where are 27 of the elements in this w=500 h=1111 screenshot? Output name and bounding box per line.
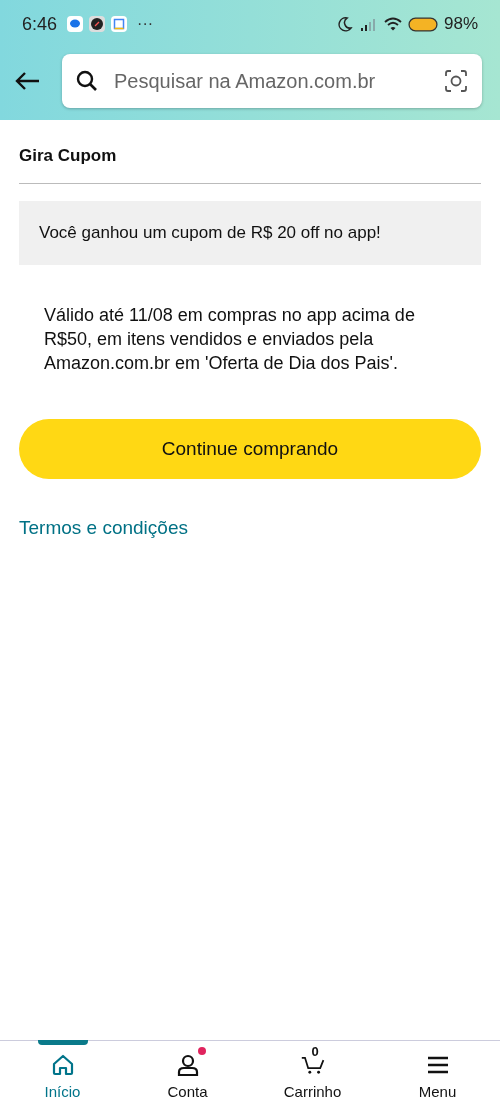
- chat-app-icon: [67, 16, 84, 32]
- back-arrow-icon[interactable]: [14, 71, 40, 91]
- page-title: Gira Cupom: [19, 145, 118, 167]
- more-notifications: ···: [137, 15, 154, 33]
- active-tab-indicator: [37, 1040, 88, 1045]
- compass-app-icon: [89, 16, 106, 32]
- nav-tab[interactable]: 0 Carrinho: [250, 1041, 375, 1111]
- moon-icon: [335, 16, 354, 32]
- coupon-description: Válido até 11/08 em compras no app acima de R$50, em itens vendidos e enviados pela Amazon.com.br em 'Oferta de Dia dos Pais'.: [43, 304, 416, 375]
- wifi-icon: [383, 16, 402, 32]
- signal-icon: [359, 16, 378, 32]
- home-icon: [50, 1053, 75, 1077]
- cart-count: 0: [311, 1044, 319, 1059]
- nav-tab[interactable]: Menu: [375, 1041, 500, 1111]
- status-time: 6:46: [22, 13, 58, 35]
- terms-link[interactable]: Termos e condições: [19, 517, 188, 539]
- search-icon: [76, 70, 98, 92]
- calendar-app-icon: [111, 16, 128, 32]
- continue-shopping-button[interactable]: Continue comprando: [19, 419, 481, 479]
- battery-percent: 98%: [443, 14, 478, 34]
- camera-scan-icon[interactable]: [444, 69, 468, 93]
- battery-icon: [407, 16, 438, 32]
- nav-tab[interactable]: Início: [0, 1041, 125, 1111]
- coupon-banner: Você ganhou um cupom de R$ 20 off no app!: [19, 201, 481, 265]
- person-icon: [175, 1053, 200, 1077]
- nav-tab[interactable]: Conta: [125, 1041, 250, 1111]
- search-bar[interactable]: Pesquisar na Amazon.com.br: [62, 54, 482, 108]
